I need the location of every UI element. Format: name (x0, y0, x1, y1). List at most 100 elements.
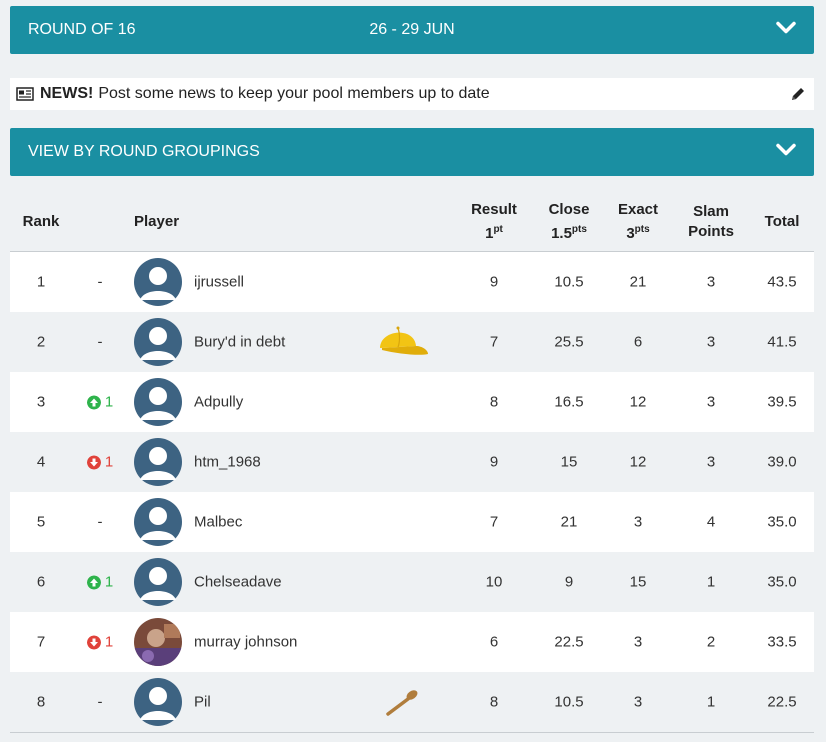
news-bar: NEWS! Post some news to keep your pool m… (10, 78, 814, 110)
rank-change: - (72, 334, 128, 351)
header-total[interactable]: Total (752, 212, 812, 232)
rank-change-value: - (97, 333, 103, 351)
player-name[interactable]: htm_1968 (194, 454, 261, 471)
avatar[interactable] (134, 678, 182, 726)
rank-cell: 6 (36, 573, 46, 591)
table-row[interactable]: 1 - ijrussell 9 10.5 21 3 43.5 (10, 252, 814, 312)
leaderboard-table: Rank Player Result 1pt Close 1.5pts Exac… (10, 192, 814, 732)
rank-change: - (72, 514, 128, 531)
total-points: 39.5 (767, 393, 797, 411)
player-name[interactable]: Adpully (194, 394, 243, 411)
round-groupings-bar[interactable]: VIEW BY ROUND GROUPINGS (10, 128, 814, 176)
slam-points: 3 (706, 453, 716, 471)
player-name[interactable]: Malbec (194, 514, 242, 531)
rank-change: 1 (72, 454, 128, 471)
rank-cell: 4 (36, 453, 46, 471)
avatar[interactable] (134, 258, 182, 306)
slam-points: 1 (706, 693, 716, 711)
close-points: 16.5 (554, 393, 584, 411)
exact-points: 3 (633, 513, 643, 531)
exact-points: 12 (629, 393, 647, 411)
header-exact[interactable]: Exact 3pts (608, 200, 668, 244)
close-points: 15 (560, 453, 578, 471)
slam-points: 4 (706, 513, 716, 531)
rank-change: 1 (72, 574, 128, 591)
table-row[interactable]: 3 1 Adpully 8 16.5 12 3 39.5 (10, 372, 814, 432)
rank-change-value: 1 (104, 393, 114, 411)
groupings-title: VIEW BY ROUND GROUPINGS (28, 143, 260, 160)
result-points: 9 (489, 273, 499, 291)
avatar[interactable] (134, 378, 182, 426)
chevron-down-icon[interactable] (776, 21, 796, 40)
table-row[interactable]: 2 - Bury'd in debt 7 25.5 6 3 41.5 (10, 312, 814, 372)
chevron-down-icon[interactable] (776, 143, 796, 162)
table-row[interactable]: 6 1 Chelseadave 10 9 15 1 35.0 (10, 552, 814, 612)
rank-cell: 1 (36, 273, 46, 291)
avatar[interactable] (134, 498, 182, 546)
slam-points: 3 (706, 333, 716, 351)
round-dates: 26 - 29 JUN (369, 21, 455, 38)
total-points: 33.5 (767, 633, 797, 651)
table-body: 1- ijrussell 9 10.5 21 3 43.5 2- Bury'd in debt 7… (10, 252, 814, 732)
exact-points: 12 (629, 453, 647, 471)
table-row[interactable]: 5 - Malbec 7 21 3 4 35.0 (10, 492, 814, 552)
yellow-cap-icon (374, 322, 430, 362)
player-name[interactable]: Pil (194, 694, 211, 711)
result-points: 7 (489, 513, 499, 531)
result-points: 8 (489, 693, 499, 711)
exact-points: 21 (629, 273, 647, 291)
avatar[interactable] (134, 618, 182, 666)
rank-cell: 8 (36, 693, 46, 711)
exact-points: 15 (629, 573, 647, 591)
rank-change-value: - (97, 273, 103, 291)
header-result[interactable]: Result 1pt (464, 200, 524, 244)
total-points: 35.0 (767, 573, 797, 591)
close-points: 22.5 (554, 633, 584, 651)
table-row[interactable]: 8 - Pil 8 10.5 3 1 22.5 (10, 672, 814, 732)
rank-change: - (72, 694, 128, 711)
avatar[interactable] (134, 318, 182, 366)
table-bottom-divider (10, 732, 814, 733)
slam-points: 2 (706, 633, 716, 651)
table-header: Rank Player Result 1pt Close 1.5pts Exac… (10, 192, 814, 252)
header-rank[interactable]: Rank (10, 212, 72, 232)
arrow-down-icon (86, 455, 101, 469)
avatar[interactable] (134, 438, 182, 486)
wooden-spoon-icon (374, 682, 430, 722)
result-points: 7 (489, 333, 499, 351)
table-row[interactable]: 7 1 murray johnson 6 22.5 3 2 33.5 (10, 612, 814, 672)
player-name[interactable]: murray johnson (194, 634, 297, 651)
round-header-bar[interactable]: ROUND OF 16 26 - 29 JUN (10, 6, 814, 54)
rank-change: 1 (72, 394, 128, 411)
arrow-up-icon (86, 395, 101, 409)
header-slam-points[interactable]: Slam Points (680, 202, 742, 242)
header-player[interactable]: Player (134, 212, 179, 232)
arrow-up-icon (86, 575, 101, 589)
total-points: 41.5 (767, 333, 797, 351)
close-points: 10.5 (554, 693, 584, 711)
result-points: 6 (489, 633, 499, 651)
header-close[interactable]: Close 1.5pts (538, 200, 600, 244)
rank-cell: 2 (36, 333, 46, 351)
close-points: 21 (560, 513, 578, 531)
news-label: NEWS! (40, 85, 94, 102)
rank-change-value: 1 (104, 573, 114, 591)
total-points: 22.5 (767, 693, 797, 711)
player-name[interactable]: ijrussell (194, 274, 244, 291)
player-name[interactable]: Chelseadave (194, 574, 282, 591)
total-points: 39.0 (767, 453, 797, 471)
pencil-icon[interactable] (790, 86, 806, 107)
player-name[interactable]: Bury'd in debt (194, 334, 285, 351)
result-points: 8 (489, 393, 499, 411)
close-points: 9 (564, 573, 574, 591)
exact-points: 6 (633, 333, 643, 351)
slam-points: 3 (706, 393, 716, 411)
rank-change-value: 1 (104, 453, 114, 471)
table-row[interactable]: 4 1 htm_1968 9 15 12 3 39.0 (10, 432, 814, 492)
rank-change-value: - (97, 513, 103, 531)
avatar[interactable] (134, 558, 182, 606)
result-points: 10 (485, 573, 503, 591)
rank-cell: 7 (36, 633, 46, 651)
rank-change: 1 (72, 634, 128, 651)
total-points: 35.0 (767, 513, 797, 531)
